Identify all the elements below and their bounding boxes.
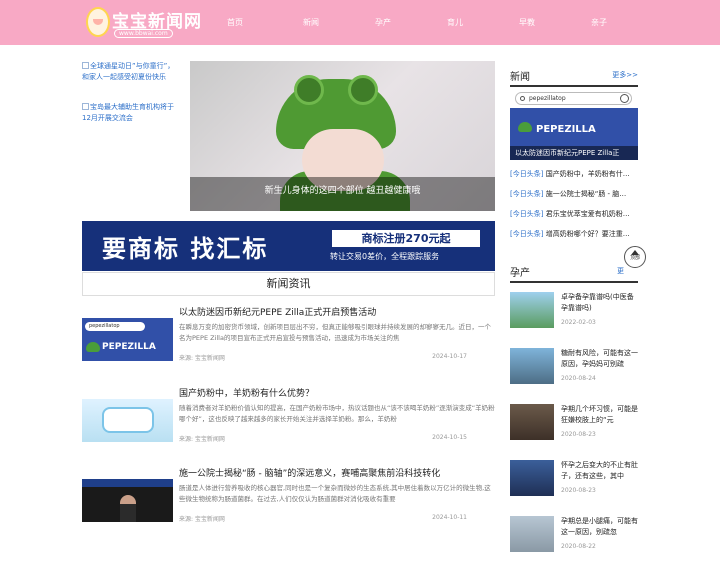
pregnancy-date: 2020-08-23 (561, 487, 596, 494)
sidebar-pregnancy-more-link[interactable]: 更 (617, 266, 624, 276)
news-source: 来源: 宝宝新闻网 (179, 436, 225, 443)
news-thumb[interactable] (82, 399, 173, 442)
news-source: 来源: 宝宝新闻网 (179, 355, 225, 362)
sidebar-headline[interactable]: [今日头条] 国产奶粉中，羊奶粉有什… (510, 169, 638, 179)
pregnancy-title[interactable]: 卓孕备孕靠谱吗(中医备孕靠谱吗) (561, 292, 638, 314)
site-logo[interactable]: 宝宝新闻网 www.bbwai.com (86, 5, 201, 39)
site-url: www.bbwai.com (114, 29, 173, 38)
pregnancy-item[interactable]: 怀孕之后变大的不止有肚子，还有这些，其中 2020-08-23 (510, 460, 638, 512)
sidebar-feature-caption[interactable]: 以太防迷因币新纪元PEPE Zilla正 (510, 146, 638, 160)
nav-home[interactable]: 首页 (227, 17, 243, 29)
sidebar-news-header: 新闻 更多>> (510, 68, 638, 88)
hero-caption[interactable]: 新生儿身体的这四个部位 越丑越健康哦 (190, 177, 495, 211)
news-desc: 随着消费者对羊奶粉价值认知的提高，在国产奶粉市场中，热议话题也从“该不该喝羊奶粉… (179, 404, 495, 423)
nav-parenting[interactable]: 育儿 (447, 17, 463, 29)
sidebar-search-bar: pepezillatop (515, 92, 632, 105)
pregnancy-title[interactable]: 孕期几个坏习惯，可能是狂嫌校肢上的“元 (561, 404, 638, 426)
news-item[interactable]: 国产奶粉中，羊奶粉有什么优势？ 随着消费者对羊奶粉价值认知的提高，在国产奶粉市场… (82, 386, 495, 458)
hero-slide[interactable]: 新生儿身体的这四个部位 越丑越健康哦 (190, 61, 495, 211)
pregnancy-title[interactable]: 怀孕之后变大的不止有肚子，还有这些，其中 (561, 460, 638, 482)
news-thumb[interactable] (82, 479, 173, 522)
broken-image-icon (82, 62, 89, 69)
back-to-top-button[interactable]: 顶部 (624, 246, 646, 268)
pregnancy-title[interactable]: 糖耐有风险，可能有这一原因，孕妈妈可别疏 (561, 348, 638, 370)
pregnancy-thumb[interactable] (510, 292, 554, 328)
news-item[interactable]: pepezillatop PEPEZILLA 以太防迷因币新纪元PEPE Zil… (82, 305, 495, 377)
pregnancy-item[interactable]: 孕期几个坏习惯，可能是狂嫌校肢上的“元 2020-08-23 (510, 404, 638, 456)
pregnancy-item[interactable]: 卓孕备孕靠谱吗(中医备孕靠谱吗) 2022-02-03 (510, 292, 638, 344)
sidebar-logo-text: PEPEZILLA (536, 124, 596, 135)
sidebar-headline[interactable]: [今日头条] 增高奶粉哪个好？要注重… (510, 229, 638, 239)
pregnancy-date: 2020-08-23 (561, 431, 596, 438)
pregnancy-thumb[interactable] (510, 348, 554, 384)
thumb-search-bar: pepezillatop (85, 322, 145, 331)
news-desc: 肠道是人体进行营养吸收的核心器官,同时也是一个复杂而微妙的生态系统,其中居住着数… (179, 484, 491, 503)
divider (510, 281, 638, 283)
news-date: 2024-10-11 (432, 514, 467, 521)
news-title[interactable]: 国产奶粉中，羊奶粉有什么优势？ (179, 386, 314, 399)
frog-icon (518, 122, 532, 132)
sidebar-headline[interactable]: [今日头条] 君乐宝优萃宝爱有机奶粉… (510, 209, 638, 219)
nav-news[interactable]: 新闻 (303, 17, 319, 29)
banner-slogan: 转让交易0差价，全程跟踪服务 (330, 252, 440, 261)
thumb-speaker (120, 495, 136, 522)
nav-family[interactable]: 亲子 (591, 17, 607, 29)
nav-pregnancy[interactable]: 孕产 (375, 17, 391, 29)
news-date: 2024-10-15 (432, 434, 467, 441)
nav-early-education[interactable]: 早教 (519, 17, 535, 29)
news-section-title: 新闻资讯 (82, 272, 495, 296)
news-title[interactable]: 施一公院士揭秘“肠 - 脑轴”的深远意义，赛哺高聚焦前沿科技转化 (179, 466, 440, 479)
sidebar-pregnancy-header: 孕产 更 (510, 264, 638, 284)
broken-image-icon (82, 103, 89, 110)
trademark-ad-banner[interactable]: 要商标 找汇标 商标注册270元起 转让交易0差价，全程跟踪服务 (82, 221, 495, 271)
sidebar-news-more-link[interactable]: 更多>> (612, 70, 638, 80)
news-title[interactable]: 以太防迷因币新纪元PEPE Zilla正式开启预售活动 (179, 305, 376, 318)
news-item[interactable]: 施一公院士揭秘“肠 - 脑轴”的深远意义，赛哺高聚焦前沿科技转化 肠道是人体进行… (82, 466, 495, 538)
pregnancy-item[interactable]: 糖耐有风险，可能有这一原因，孕妈妈可别疏 2020-08-24 (510, 348, 638, 400)
site-header: 宝宝新闻网 www.bbwai.com 首页 新闻 孕产 育儿 早教 亲子 (0, 0, 720, 45)
news-date: 2024-10-17 (432, 353, 467, 360)
news-source: 来源: 宝宝新闻网 (179, 516, 225, 523)
pregnancy-thumb[interactable] (510, 460, 554, 496)
news-desc: 在瞬息万变的加密货币领域，创新项目层出不穷，但真正能够吸引眼球并持续发展的却寥寥… (179, 323, 491, 342)
pregnancy-thumb[interactable] (510, 404, 554, 440)
sidebar-headline[interactable]: [今日头条] 施一公院士揭秘“肠 - 脑… (510, 189, 638, 199)
left-link-fertility[interactable]: 宝岛最大辅助生育机构将于12月开展交流会 (82, 102, 177, 126)
pregnancy-title[interactable]: 孕期总是小腿痛，可能有这一原因，别疏忽 (561, 516, 638, 538)
pregnancy-date: 2020-08-24 (561, 375, 596, 382)
sidebar-feature-image[interactable]: PEPEZILLA 以太防迷因币新纪元PEPE Zilla正 (510, 108, 638, 160)
divider (510, 85, 638, 87)
banner-headline: 要商标 找汇标 (102, 235, 269, 263)
pregnancy-date: 2022-02-03 (561, 319, 596, 326)
frog-icon (86, 342, 100, 352)
news-thumb[interactable]: pepezillatop PEPEZILLA (82, 318, 173, 361)
left-link-summer[interactable]: 全球通星动日”与你童行”，和家人一起感受初夏份快乐 (82, 61, 177, 97)
search-icon (520, 96, 525, 101)
pregnancy-item[interactable]: 孕期总是小腿痛，可能有这一原因，别疏忽 2020-08-22 (510, 516, 638, 568)
baby-face-icon (86, 7, 110, 37)
frog-eye-left (294, 75, 324, 105)
banner-price-box: 商标注册270元起 (332, 230, 480, 247)
frog-eye-right (348, 75, 378, 105)
pregnancy-thumb[interactable] (510, 516, 554, 552)
thumb-logo-text: PEPEZILLA (102, 342, 156, 352)
search-button-icon (620, 94, 629, 103)
milk-can-illustration (102, 407, 154, 433)
thumb-stage-banner (82, 479, 173, 487)
pregnancy-date: 2020-08-22 (561, 543, 596, 550)
